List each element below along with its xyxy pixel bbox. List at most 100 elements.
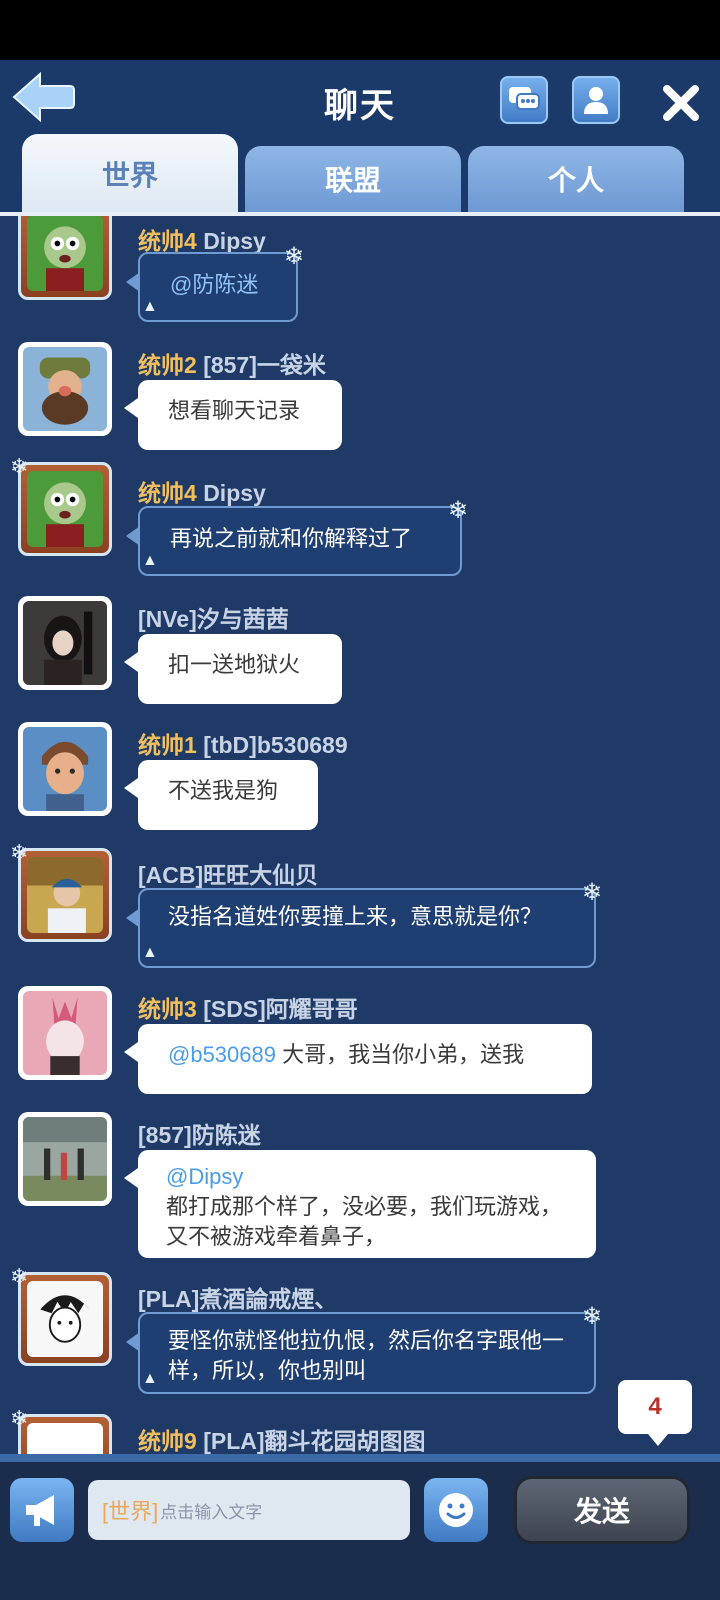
avatar[interactable] — [18, 596, 112, 690]
rank-label: 统帅3 — [138, 996, 197, 1022]
sender-label: [PLA]翻斗花园胡图图 — [203, 1428, 426, 1454]
close-button[interactable] — [656, 78, 706, 128]
chat-message: [NVe]汐与茜茜 扣一送地狱火 — [0, 596, 720, 706]
emoji-button[interactable] — [424, 1478, 488, 1542]
sender-name[interactable]: 统帅4 Dipsy — [138, 474, 266, 508]
rank-label: 统帅2 — [138, 352, 197, 378]
message-text: 没指名道姓你要撞上来，意思就是你？ — [168, 904, 543, 929]
zombie-avatar-icon — [27, 471, 103, 547]
message-text: 想看聊天记录 — [168, 398, 301, 423]
avatar[interactable] — [18, 1272, 112, 1366]
sender-name[interactable]: 统帅3 [SDS]阿耀哥哥 — [138, 990, 358, 1024]
chat-message: 统帅2 [857]一袋米 想看聊天记录 — [0, 342, 720, 452]
message-bubble[interactable]: 再说之前就和你解释过了 ❄ ▲ — [126, 497, 468, 576]
gym-photo-avatar-icon — [23, 1117, 107, 1201]
smiley-icon — [439, 1493, 473, 1527]
snowflake-icon: ❄ — [10, 840, 29, 865]
mention-text[interactable]: @b530689 — [168, 1042, 276, 1067]
snowflake-icon: ❄ — [10, 454, 29, 479]
sender-label: [NVe]汐与茜茜 — [138, 606, 289, 632]
snowflake-icon: ❄ — [447, 497, 468, 524]
message-text: 都打成那个样了，没必要，我们玩游戏，又不被游戏牵着鼻子， — [166, 1194, 563, 1249]
sender-name[interactable]: 统帅9 [PLA]翻斗花园胡图图 — [138, 1422, 426, 1456]
chat-message: ❄ 统帅4 Dipsy 再说之前就和你解释过了 ❄ ▲ — [0, 456, 720, 582]
avatar[interactable] — [18, 722, 112, 816]
message-bubble[interactable]: 不送我是狗 — [124, 760, 318, 830]
sender-name[interactable]: [NVe]汐与茜茜 — [138, 600, 289, 634]
rank-label: 统帅9 — [138, 1428, 197, 1454]
sender-name[interactable]: 统帅2 [857]一袋米 — [138, 346, 326, 380]
avatar[interactable] — [18, 216, 112, 300]
chat-message: ❄ [PLA]煮酒論戒煙、 要怪你就怪他拉仇恨，然后你名字跟他一样，所以，你也别… — [0, 1266, 720, 1406]
back-arrow-icon[interactable] — [10, 70, 76, 124]
message-bubble[interactable]: 想看聊天记录 — [124, 380, 342, 450]
zombie-avatar-icon — [27, 216, 103, 291]
sender-label: [tbD]b530689 — [203, 732, 348, 758]
megaphone-button[interactable] — [10, 1478, 74, 1542]
sender-name[interactable]: 统帅1 [tbD]b530689 — [138, 726, 348, 760]
chat-message: [857]防陈迷 @Dipsy 都打成那个样了，没必要，我们玩游戏，又不被游戏牵… — [0, 1112, 720, 1262]
avatar[interactable] — [18, 342, 112, 436]
message-bubble[interactable]: 没指名道姓你要撞上来，意思就是你？ ❄ ▲ — [126, 879, 602, 968]
profile-button[interactable] — [570, 74, 622, 126]
sender-label: [857]一袋米 — [203, 352, 326, 378]
tab-personal[interactable]: 个人 — [468, 146, 684, 212]
cartoon-man-avatar-icon — [23, 727, 107, 811]
mention-text[interactable]: @防陈迷 — [170, 272, 258, 297]
rank-label: 统帅4 — [138, 228, 197, 254]
message-bubble[interactable]: @防陈迷 ❄ ▲ — [126, 243, 304, 322]
chat-message: 统帅3 [SDS]阿耀哥哥 @b530689 大哥，我当你小弟，送我 — [0, 986, 720, 1096]
sender-name[interactable]: [PLA]煮酒論戒煙、 — [138, 1280, 337, 1314]
pink-character-avatar-icon — [23, 991, 107, 1075]
snowflake-icon: ❄ — [283, 243, 304, 270]
message-text: 扣一送地狱火 — [168, 652, 301, 677]
sender-name[interactable]: [857]防陈迷 — [138, 1116, 261, 1150]
avatar[interactable] — [18, 848, 112, 942]
message-bubble[interactable]: 扣一送地狱火 — [124, 634, 342, 704]
snowflake-icon: ❄ — [10, 1406, 29, 1431]
avatar[interactable] — [18, 462, 112, 556]
rank-label: 统帅4 — [138, 480, 197, 506]
sender-label: [ACB]旺旺大仙贝 — [138, 862, 319, 888]
tree-icon: ▲ — [142, 552, 158, 569]
tree-icon: ▲ — [142, 944, 158, 961]
message-input[interactable]: [世界] 点击输入文字 — [88, 1480, 410, 1540]
message-text: 要怪你就怪他拉仇恨，然后你名字跟他一样，所以，你也别叫 — [168, 1328, 565, 1383]
page-title: 聊天 — [324, 87, 396, 125]
avatar[interactable] — [18, 1112, 112, 1206]
chat-list[interactable]: 统帅4 Dipsy @防陈迷 ❄ ▲ 统帅2 [857]一袋米 想看聊天记录 ❄… — [0, 216, 720, 1483]
snowflake-icon: ❄ — [581, 879, 602, 906]
input-placeholder: 点击输入文字 — [160, 1502, 263, 1522]
avatar[interactable] — [18, 986, 112, 1080]
mention-text[interactable]: @Dipsy — [166, 1162, 568, 1192]
sender-label: Dipsy — [203, 480, 266, 506]
message-bubble[interactable]: @b530689 大哥，我当你小弟，送我 — [124, 1024, 592, 1094]
chat-bubbles-icon — [509, 87, 540, 110]
chat-message: 统帅4 Dipsy @防陈迷 ❄ ▲ — [0, 216, 720, 326]
sender-label: Dipsy — [203, 228, 266, 254]
tab-alliance[interactable]: 联盟 — [245, 146, 461, 212]
sender-name[interactable]: 统帅4 Dipsy — [138, 222, 266, 256]
message-bubble[interactable]: 要怪你就怪他拉仇恨，然后你名字跟他一样，所以，你也别叫 ❄ ▲ — [126, 1303, 602, 1394]
sender-label: [857]防陈迷 — [138, 1122, 261, 1148]
unread-count-badge[interactable]: 4 — [618, 1380, 692, 1446]
tab-world[interactable]: 世界 — [22, 134, 238, 214]
photo-avatar-icon — [27, 857, 103, 933]
chat-message: ❄ [ACB]旺旺大仙贝 没指名道姓你要撞上来，意思就是你？ ❄ ▲ — [0, 842, 720, 982]
person-icon — [584, 87, 608, 114]
status-bar — [0, 0, 720, 60]
chat-message: 统帅1 [tbD]b530689 不送我是狗 — [0, 722, 720, 832]
sender-label: [PLA]煮酒論戒煙、 — [138, 1286, 338, 1312]
sender-name[interactable]: [ACB]旺旺大仙贝 — [138, 856, 318, 890]
message-bubble[interactable]: @Dipsy 都打成那个样了，没必要，我们玩游戏，又不被游戏牵着鼻子， — [124, 1150, 596, 1258]
sender-label: [SDS]阿耀哥哥 — [203, 996, 358, 1022]
message-text: 再说之前就和你解释过了 — [170, 526, 413, 551]
sketch-avatar-icon — [27, 1281, 103, 1357]
channel-label: [世界] — [102, 1499, 159, 1524]
input-bar-border — [0, 1454, 720, 1462]
megaphone-icon — [26, 1495, 54, 1526]
close-icon — [663, 85, 699, 121]
send-button[interactable]: 发送 — [514, 1476, 690, 1544]
chat-bubbles-button[interactable] — [498, 74, 550, 126]
snowflake-icon: ❄ — [581, 1303, 602, 1330]
